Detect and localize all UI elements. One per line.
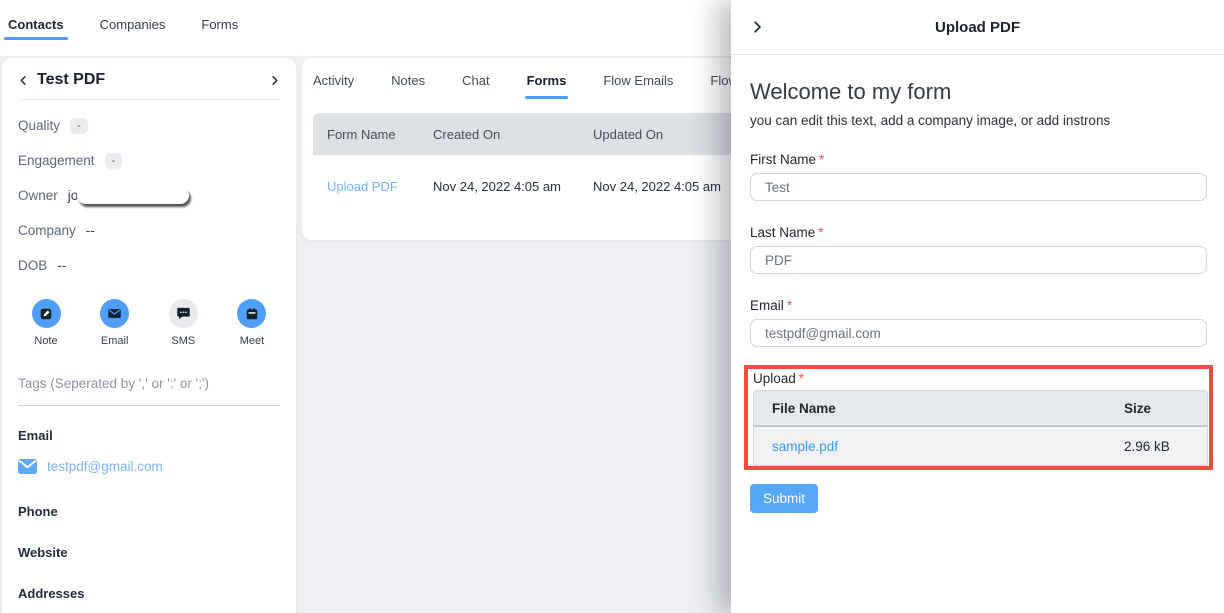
label-text: Upload	[753, 371, 796, 386]
required-marker: *	[818, 225, 824, 240]
form-name-link[interactable]: Upload PDF	[327, 179, 433, 194]
tags-placeholder: Tags (Seperated by ',' or ':' or ';')	[18, 376, 210, 391]
action-label: Email	[100, 335, 129, 347]
tab-forms[interactable]: Forms	[524, 73, 569, 99]
email-label: Email *	[750, 298, 1207, 313]
column-created-on: Created On	[433, 126, 501, 142]
upload-annotation-highlight: Upload * File Name Size sample.pdf 2.96 k…	[744, 365, 1213, 470]
contact-email-link[interactable]: testpdf@gmail.com	[47, 459, 163, 474]
calendar-icon	[237, 299, 267, 328]
field-label: Quality	[18, 118, 61, 133]
action-label: Note	[34, 335, 58, 347]
tab-flow-emails[interactable]: Flow Emails	[603, 73, 673, 99]
email-action-button[interactable]: Email	[89, 299, 141, 347]
tab-activity[interactable]: Activity	[313, 73, 354, 99]
collapse-panel-chevron-right-icon[interactable]	[750, 20, 764, 34]
note-action-button[interactable]: Note	[20, 299, 72, 347]
field-owner: Owner jol	[18, 186, 280, 205]
table-row: Upload PDF Nov 24, 2022 4:05 am Nov 24, …	[313, 155, 746, 217]
contact-header: Test PDF	[18, 58, 280, 100]
panel-header: Upload PDF	[731, 0, 1224, 55]
forms-table: Form Name Created On Updated On Upload P…	[313, 113, 746, 217]
required-marker: *	[786, 298, 793, 313]
uploaded-file-row: sample.pdf 2.96 kB	[754, 427, 1207, 465]
first-name-field[interactable]	[750, 173, 1207, 201]
quality-badge[interactable]: -	[70, 117, 88, 134]
sms-action-button[interactable]: SMS	[157, 299, 209, 347]
nav-tab-forms[interactable]: Forms	[200, 11, 239, 46]
field-label: DOB	[18, 258, 48, 273]
uploaded-file-link[interactable]: sample.pdf	[754, 439, 1106, 454]
form-heading: Welcome to my form	[750, 79, 952, 104]
required-marker: *	[819, 152, 825, 167]
dob-value: --	[57, 258, 67, 273]
owner-redaction	[77, 187, 190, 204]
addresses-section-header: Addresses	[18, 586, 85, 601]
required-marker: *	[798, 371, 805, 386]
uploaded-files-header: File Name Size	[754, 391, 1207, 427]
column-size: Size	[1124, 400, 1152, 416]
label-text: Email	[750, 298, 784, 313]
column-form-name: Form Name	[327, 126, 396, 142]
tab-chat[interactable]: Chat	[462, 73, 489, 99]
updated-on-value: Nov 24, 2022 4:05 am	[593, 178, 721, 194]
nav-tab-companies[interactable]: Companies	[99, 11, 167, 46]
chevron-right-icon[interactable]	[269, 75, 280, 86]
contact-name: Test PDF	[37, 71, 106, 88]
sms-icon	[168, 299, 198, 328]
contact-details-panel: Test PDF Quality - Engagement - Owner jo…	[2, 58, 296, 613]
tab-notes[interactable]: Notes	[391, 73, 425, 99]
field-quality: Quality -	[18, 116, 280, 135]
email-icon	[100, 299, 130, 328]
field-label: Owner	[18, 188, 58, 203]
forms-table-header: Form Name Created On Updated On	[313, 113, 746, 155]
column-updated-on: Updated On	[593, 126, 664, 142]
engagement-badge[interactable]: -	[104, 152, 123, 169]
last-name-label: Last Name *	[750, 225, 1207, 240]
created-on-value: Nov 24, 2022 4:05 am	[433, 178, 561, 194]
label-text: Last Name	[750, 225, 816, 240]
field-label: Engagement	[18, 153, 95, 168]
email-section-header: Email	[18, 428, 53, 443]
label-text: First Name	[750, 152, 817, 167]
contact-detail-tabs-panel: Activity Notes Chat Forms Flow Emails Fl…	[302, 58, 770, 240]
field-dob: DOB --	[18, 256, 280, 275]
action-label: SMS	[171, 335, 196, 347]
upload-pdf-side-panel: Upload PDF Welcome to my form you can ed…	[731, 0, 1224, 613]
uploaded-files-table: File Name Size sample.pdf 2.96 kB	[753, 390, 1208, 466]
tags-input[interactable]: Tags (Seperated by ',' or ':' or ';')	[18, 375, 280, 406]
last-name-field[interactable]	[750, 246, 1207, 274]
form-subheading: you can edit this text, add a company im…	[750, 113, 1111, 128]
first-name-label: First Name *	[750, 152, 1207, 167]
chevron-left-icon[interactable]	[18, 75, 29, 86]
field-company: Company --	[18, 221, 280, 240]
column-file-name: File Name	[772, 400, 836, 416]
note-icon	[31, 299, 61, 328]
contact-actions: Note Email SMS Meet	[18, 299, 280, 347]
envelope-icon	[18, 459, 37, 474]
uploaded-file-size: 2.96 kB	[1124, 438, 1170, 454]
action-label: Meet	[239, 335, 265, 347]
phone-section-header: Phone	[18, 504, 58, 519]
upload-label: Upload *	[753, 371, 1208, 386]
meet-action-button[interactable]: Meet	[226, 299, 278, 347]
panel-title: Upload PDF	[935, 18, 1020, 36]
email-row: testpdf@gmail.com	[18, 459, 280, 474]
field-engagement: Engagement -	[18, 151, 280, 170]
nav-tab-contacts[interactable]: Contacts	[4, 11, 68, 46]
submit-button[interactable]: Submit	[750, 484, 819, 513]
company-value: --	[85, 223, 95, 238]
field-label: Company	[18, 223, 76, 238]
website-section-header: Website	[18, 545, 68, 560]
detail-tabs: Activity Notes Chat Forms Flow Emails Fl…	[302, 58, 770, 99]
email-field[interactable]	[750, 319, 1207, 347]
